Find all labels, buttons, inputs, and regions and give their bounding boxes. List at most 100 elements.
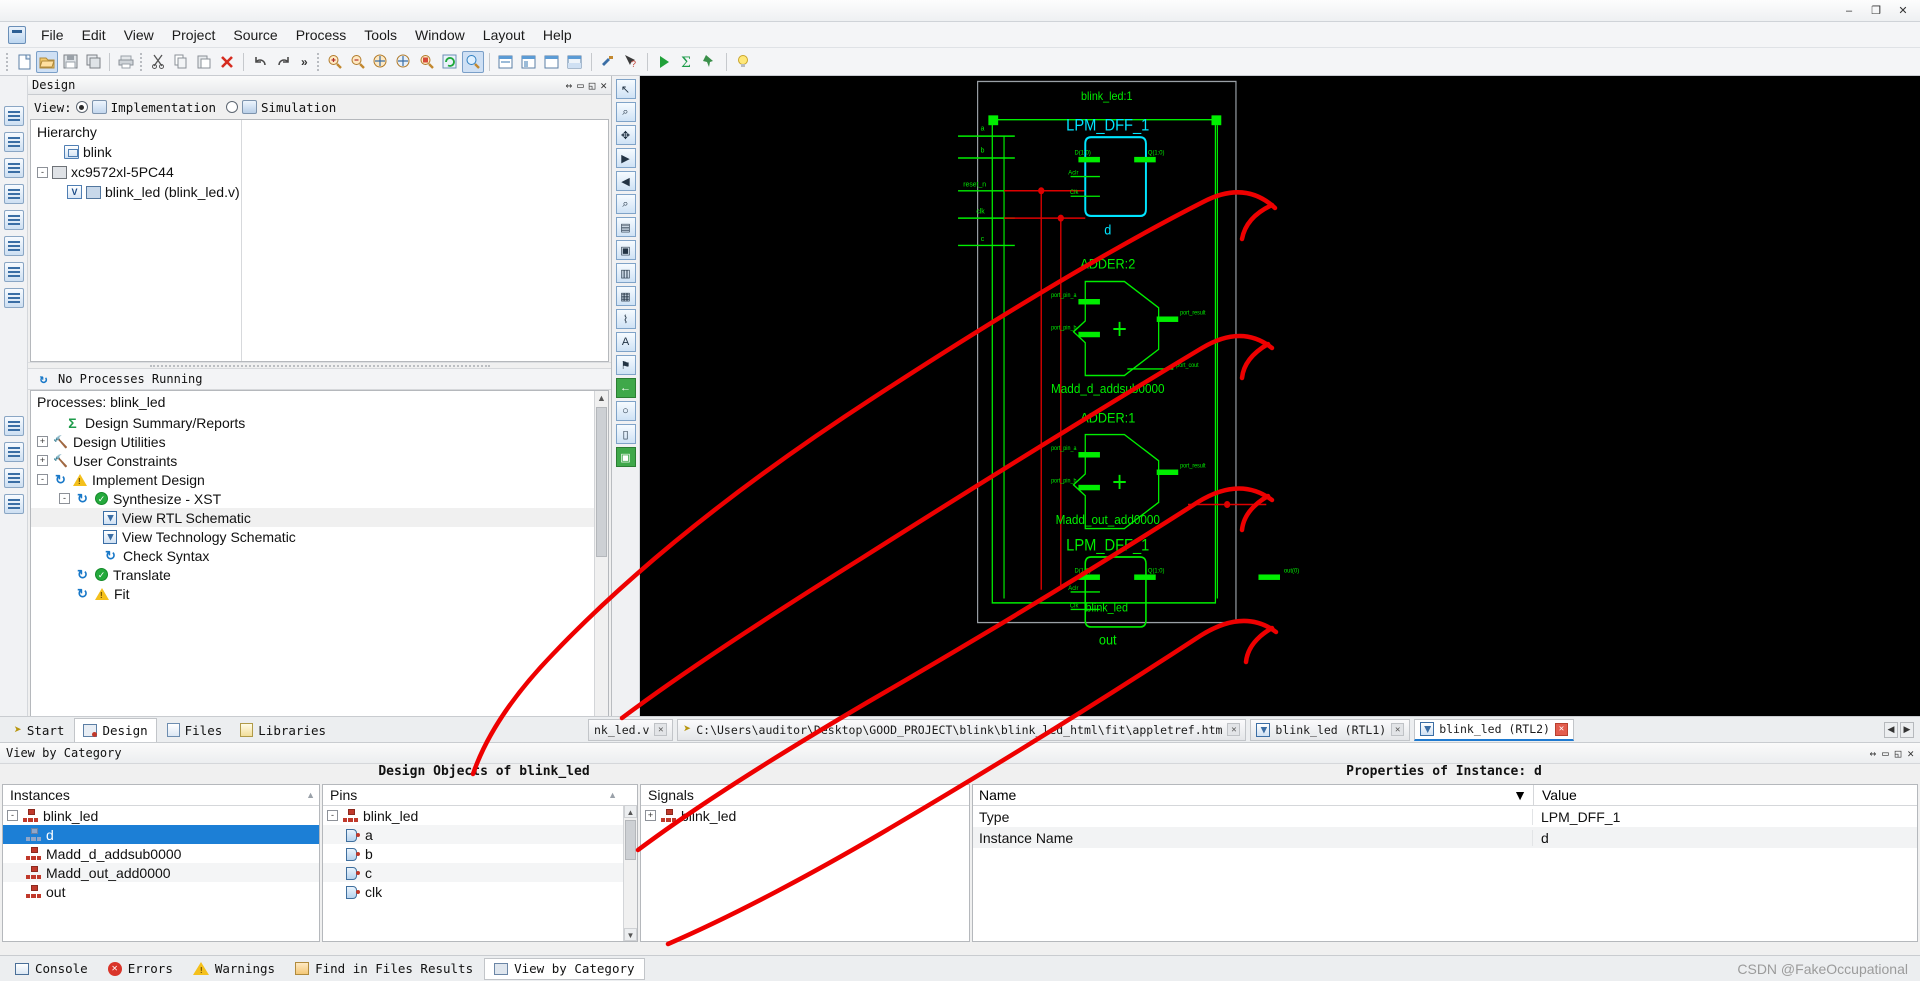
tab-scroll-left-icon[interactable]: ◀ [1884,721,1898,738]
green-back-icon[interactable]: ← [615,378,636,398]
scroll-up-arrow[interactable]: ▲ [624,805,637,818]
redo-icon[interactable] [272,51,294,73]
pin-icon[interactable]: ▯ [615,424,636,444]
scroll-up-arrow[interactable]: ▲ [595,391,608,405]
process-view-rtl-schematic[interactable]: View RTL Schematic [31,508,608,527]
zoom-selection-icon[interactable] [393,51,415,73]
status-tab-warnings[interactable]: Warnings [184,958,284,980]
expander-blink-led[interactable]: - [327,810,338,821]
status-tab-find-in-files[interactable]: Find in Files Results [286,958,482,980]
run-icon[interactable] [653,51,675,73]
design-summary-icon[interactable] [3,210,24,230]
expander-design-utilities[interactable]: + [37,436,48,447]
save-icon[interactable] [59,51,81,73]
expander-user-constraints[interactable]: + [37,455,48,466]
cut-icon[interactable] [147,51,169,73]
undo-icon[interactable] [249,51,271,73]
properties-col-value-header[interactable]: Value [1533,785,1917,805]
instance-row-madd-d-addsub0000[interactable]: Madd_d_addsub0000 [3,844,319,863]
back-icon[interactable]: ◀ [615,171,636,191]
panel-float-icon[interactable]: ↔ [566,79,573,92]
expander-implement-design[interactable]: - [37,474,48,485]
add-copy-source-icon[interactable] [3,158,24,178]
process-translate[interactable]: ↻ ✓ Translate [31,565,608,584]
menu-view[interactable]: View [115,24,163,46]
property-row-instance-name[interactable]: Instance Name d [973,827,1917,848]
menu-process[interactable]: Process [287,24,356,46]
instance-row-d[interactable]: d [3,825,319,844]
pushpin-icon[interactable] [699,51,721,73]
toolbar-overflow-button[interactable]: » [295,55,314,69]
view-option-simulation[interactable]: Simulation [261,100,336,115]
print-region-icon[interactable]: ▥ [615,263,636,283]
scroll-thumb[interactable] [625,820,636,860]
sort-descending-icon[interactable]: ▼ [1513,787,1527,803]
pan-icon[interactable] [461,50,484,73]
menu-help[interactable]: Help [534,24,581,46]
process-fit[interactable]: ↻ Fit [31,584,608,603]
sort-ascending-icon[interactable]: ▲ [608,790,617,800]
save-all-icon[interactable] [82,51,104,73]
pin-row-blink-led[interactable]: - blink_led [323,806,637,825]
menu-source[interactable]: Source [224,24,286,46]
process-stop-icon[interactable] [3,442,24,462]
process-design-summary[interactable]: Σ Design Summary/Reports [31,413,608,432]
process-check-syntax[interactable]: ↻ Check Syntax [31,546,608,565]
hierarchy-item-device[interactable]: - xc9572xl-5PC44 [31,162,608,182]
reports-icon[interactable] [3,262,24,282]
status-tab-console[interactable]: Console [6,958,97,980]
properties-icon[interactable]: ▦ [615,286,636,306]
panel-float-icon[interactable]: ↔ [1870,747,1877,760]
delete-icon[interactable] [216,51,238,73]
expander-blink-led[interactable]: - [7,810,18,821]
panel-dock-icon[interactable]: ◱ [589,79,596,92]
process-rerun-icon[interactable] [3,468,24,488]
sort-ascending-icon[interactable]: ▲ [306,790,315,800]
close-icon[interactable]: ✕ [654,723,668,736]
open-project-icon[interactable] [36,50,58,73]
manage-configs-icon[interactable] [3,184,24,204]
gray-icon[interactable]: ○ [615,401,636,421]
flag-icon[interactable]: ⚑ [615,355,636,375]
signals-header-row[interactable]: Signals [641,785,969,806]
add-source-icon[interactable] [3,132,24,152]
scroll-thumb[interactable] [596,407,607,557]
menu-window[interactable]: Window [406,24,474,46]
properties-pane[interactable]: Name ▼ Value Type LPM_DFF_1 Instance Nam… [972,784,1918,942]
maximize-button[interactable]: ❐ [1863,2,1889,20]
menu-layout[interactable]: Layout [474,24,534,46]
pin-row-b[interactable]: b [323,844,637,863]
process-implement-design[interactable]: - ↻ Implement Design [31,470,608,489]
signal-row-blink-led[interactable]: + blink_led [641,806,969,825]
add-sheet-icon[interactable]: ▤ [615,217,636,237]
select-arrow-icon[interactable]: ↖ [615,79,636,99]
close-button[interactable]: ✕ [1890,2,1916,20]
tab-scroll-right-icon[interactable]: ▶ [1900,721,1914,738]
expander-blink-led[interactable]: + [645,810,656,821]
properties-col-name-header[interactable]: Name ▼ [973,787,1533,803]
expander-synthesize[interactable]: - [59,493,70,504]
sigma-icon[interactable]: Σ [676,51,698,73]
print-icon[interactable] [115,51,137,73]
hierarchy-item-blink[interactable]: blink [31,142,608,162]
instance-row-blink-led[interactable]: - blink_led [3,806,319,825]
hierarchy-tree[interactable]: Hierarchy blink - xc9572xl-5PC44 V blink… [30,119,609,362]
table-view-icon[interactable] [3,288,24,308]
zoom-region-icon[interactable] [416,51,438,73]
radio-simulation[interactable] [226,101,238,113]
schematic-view[interactable]: blink_led:1 blink_led a b reset_n clk c … [640,76,1920,792]
green-active-icon[interactable]: ▣ [615,447,636,467]
close-icon[interactable]: ✕ [1554,722,1568,736]
menu-file[interactable]: File [32,24,73,46]
panel-close-icon[interactable]: ✕ [600,79,607,92]
process-design-utilities[interactable]: + 🔨 Design Utilities [31,432,608,451]
panel-close-icon[interactable]: ✕ [1907,747,1914,760]
close-icon[interactable]: ✕ [1227,723,1241,736]
status-tab-errors[interactable]: ✕ Errors [99,958,182,980]
zoom-tool-icon[interactable]: ⌕ [615,102,636,122]
expander-device[interactable]: - [37,166,48,178]
window-1-icon[interactable] [541,51,563,73]
instances-header-row[interactable]: Instances ▲ [3,785,319,806]
window-2-icon[interactable] [564,51,586,73]
refresh-icon[interactable] [439,51,461,73]
